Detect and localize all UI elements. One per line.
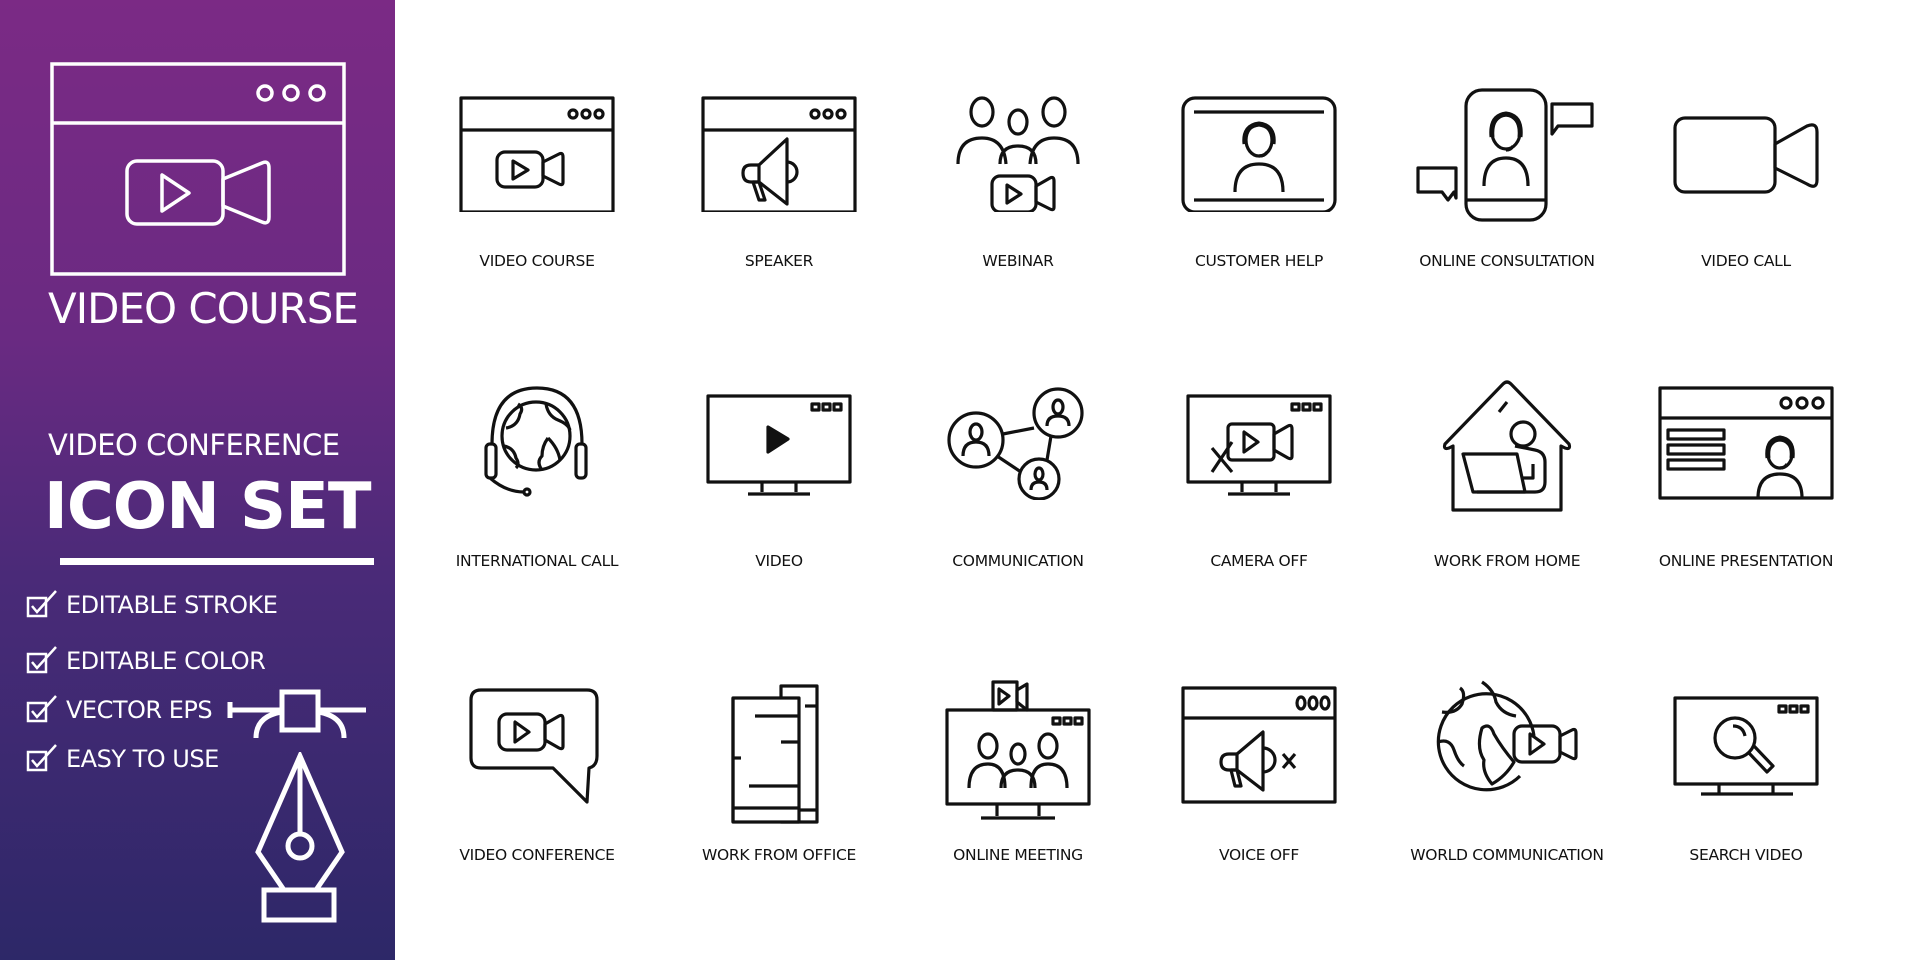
feature-item: EASY TO USE bbox=[26, 742, 219, 776]
voice-off-icon bbox=[1181, 686, 1337, 804]
icon-label: VIDEO COURSE bbox=[479, 252, 595, 270]
video-icon bbox=[706, 394, 852, 496]
icon-label: VOICE OFF bbox=[1219, 846, 1299, 864]
speaker-icon bbox=[701, 96, 857, 212]
bezier-anchor-icon bbox=[227, 689, 366, 739]
icon-label: VIDEO CALL bbox=[1701, 252, 1791, 270]
pen-nib-icon bbox=[255, 752, 345, 923]
checkbox-checked-icon bbox=[26, 646, 57, 674]
icon-card-camera-off[interactable]: CAMERA OFF bbox=[1139, 380, 1379, 600]
communication-icon bbox=[947, 387, 1084, 500]
icon-label: WEBINAR bbox=[982, 252, 1054, 270]
feature-item: EDITABLE STROKE bbox=[26, 588, 278, 622]
icon-card-video-call[interactable]: VIDEO CALL bbox=[1626, 82, 1866, 302]
icon-label: VIDEO bbox=[755, 552, 803, 570]
feature-item: VECTOR EPS bbox=[26, 693, 213, 727]
work-from-office-icon bbox=[731, 684, 819, 824]
icon-card-online-meeting[interactable]: ONLINE MEETING bbox=[898, 676, 1138, 896]
international-call-icon bbox=[484, 386, 588, 497]
icon-card-online-consultation[interactable]: ONLINE CONSULTATION bbox=[1387, 82, 1627, 302]
icon-card-webinar[interactable]: WEBINAR bbox=[898, 82, 1138, 302]
icon-label: WORLD COMMUNICATION bbox=[1410, 846, 1604, 864]
video-course-icon bbox=[459, 96, 615, 212]
icon-card-work-from-office[interactable]: WORK FROM OFFICE bbox=[659, 676, 899, 896]
icon-label: WORK FROM OFFICE bbox=[702, 846, 856, 864]
feature-label: EDITABLE COLOR bbox=[66, 647, 266, 675]
video-course-window-icon bbox=[50, 62, 346, 276]
icon-card-voice-off[interactable]: VOICE OFF bbox=[1139, 676, 1379, 896]
icon-label: VIDEO CONFERENCE bbox=[459, 846, 615, 864]
icon-card-speaker[interactable]: SPEAKER bbox=[659, 82, 899, 302]
icon-label: CAMERA OFF bbox=[1210, 552, 1308, 570]
icon-card-video[interactable]: VIDEO bbox=[659, 380, 899, 600]
icon-card-customer-help[interactable]: CUSTOMER HELP bbox=[1139, 82, 1379, 302]
icon-label: WORK FROM HOME bbox=[1433, 552, 1581, 570]
divider bbox=[60, 558, 374, 565]
feature-label: VECTOR EPS bbox=[66, 696, 213, 724]
icon-label: ONLINE PRESENTATION bbox=[1658, 552, 1834, 570]
online-consultation-icon bbox=[1416, 88, 1594, 222]
online-presentation-icon bbox=[1658, 386, 1834, 500]
icon-label: SPEAKER bbox=[744, 252, 814, 270]
feature-label: EASY TO USE bbox=[66, 745, 219, 773]
icon-label: INTERNATIONAL CALL bbox=[455, 552, 619, 570]
icon-label: ONLINE CONSULTATION bbox=[1419, 252, 1595, 270]
customer-help-icon bbox=[1181, 96, 1337, 212]
online-meeting-icon bbox=[945, 680, 1091, 820]
icon-card-online-presentation[interactable]: ONLINE PRESENTATION bbox=[1626, 380, 1866, 600]
subtitle: VIDEO CONFERENCE bbox=[48, 428, 340, 462]
checkbox-checked-icon bbox=[26, 590, 57, 618]
icon-card-search-video[interactable]: SEARCH VIDEO bbox=[1626, 676, 1866, 896]
icon-label: ONLINE MEETING bbox=[953, 846, 1083, 864]
search-video-icon bbox=[1673, 696, 1819, 796]
page-title: ICON SET bbox=[44, 470, 371, 544]
icon-card-communication[interactable]: COMMUNICATION bbox=[898, 380, 1138, 600]
icon-card-video-course[interactable]: VIDEO COURSE bbox=[417, 82, 657, 302]
icon-card-world-communication[interactable]: WORLD COMMUNICATION bbox=[1387, 676, 1627, 896]
icon-label: SEARCH VIDEO bbox=[1689, 846, 1803, 864]
feature-label: EDITABLE STROKE bbox=[66, 591, 278, 619]
world-communication-icon bbox=[1436, 680, 1578, 792]
webinar-icon bbox=[956, 96, 1080, 212]
checkbox-checked-icon bbox=[26, 695, 57, 723]
promo-sidebar: VIDEO COURSE VIDEO CONFERENCE ICON SET E… bbox=[0, 0, 395, 960]
hero-title: VIDEO COURSE bbox=[48, 284, 359, 333]
icon-card-international-call[interactable]: INTERNATIONAL CALL bbox=[417, 380, 657, 600]
icon-label: COMMUNICATION bbox=[952, 552, 1084, 570]
video-call-icon bbox=[1673, 116, 1819, 194]
icon-label: CUSTOMER HELP bbox=[1194, 252, 1324, 270]
checkbox-checked-icon bbox=[26, 744, 57, 772]
work-from-home-icon bbox=[1442, 380, 1572, 512]
camera-off-icon bbox=[1186, 394, 1332, 496]
feature-item: EDITABLE COLOR bbox=[26, 644, 266, 678]
video-conference-icon bbox=[469, 688, 599, 804]
icon-card-video-conference[interactable]: VIDEO CONFERENCE bbox=[417, 676, 657, 896]
icon-card-work-from-home[interactable]: WORK FROM HOME bbox=[1387, 380, 1627, 600]
